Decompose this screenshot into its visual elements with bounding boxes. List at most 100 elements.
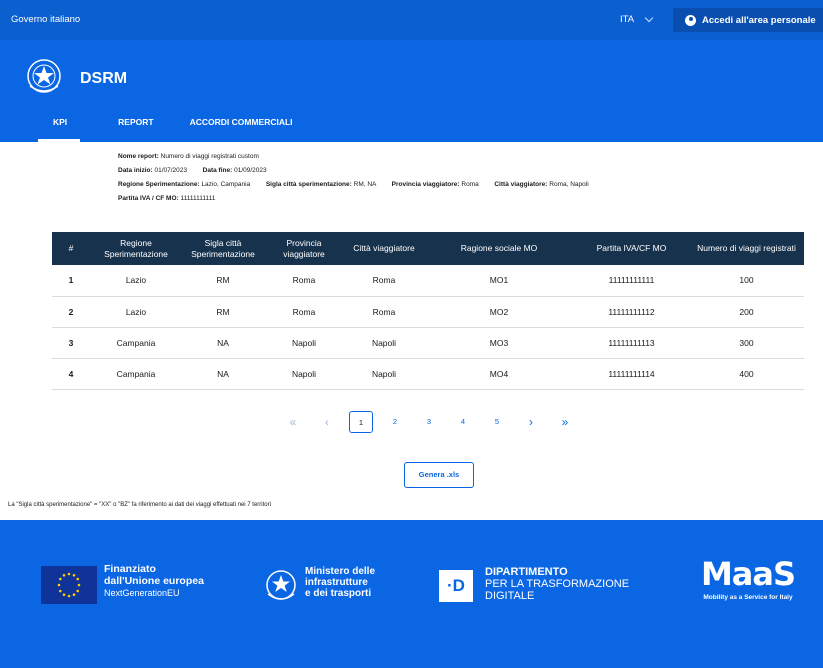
- first-page-button[interactable]: «: [276, 411, 310, 433]
- table-cell: 11111111111: [574, 265, 689, 297]
- column-header: Ragione sociale MO: [424, 232, 574, 265]
- start-date-label: Data inizio:: [118, 167, 153, 174]
- table-cell: 3: [52, 327, 90, 359]
- table-cell: 4: [52, 358, 90, 390]
- page-button-4[interactable]: 4: [446, 411, 480, 433]
- page-button-1[interactable]: 1: [349, 411, 373, 433]
- vat-value: 11111111111: [180, 195, 216, 202]
- vat-label: Partita IVA / CF MO:: [118, 195, 179, 202]
- column-header: Città viaggiatore: [344, 232, 424, 265]
- table-cell: MO4: [424, 358, 574, 390]
- maas-tagline: Mobility as a Service for Italy: [703, 594, 793, 601]
- table-cell: 400: [689, 358, 804, 390]
- column-header: Partita IVA/CF MO: [574, 232, 689, 265]
- column-header: Regione Sperimentazione: [90, 232, 182, 265]
- gov-link[interactable]: Governo italiano: [11, 14, 80, 25]
- table-cell: Roma: [264, 265, 344, 297]
- table-cell: RM: [182, 296, 264, 328]
- login-label: Accedi all'area personale: [702, 14, 816, 26]
- table-cell: 100: [689, 265, 804, 297]
- eu-line-3: NextGenerationEU: [104, 588, 180, 598]
- table-cell: 200: [689, 296, 804, 328]
- table-cell: Roma: [264, 296, 344, 328]
- table-row: 4 Campania NA Napoli Napoli MO4 11111111…: [52, 358, 804, 390]
- table-cell: 11111111112: [574, 296, 689, 328]
- next-page-button[interactable]: ›: [514, 411, 548, 433]
- dtd-logo: DIPARTIMENTO PER LA TRASFORMAZIONE DIGIT…: [485, 566, 629, 602]
- eu-line-1: Finanziato: [104, 563, 156, 575]
- site-header: DSRM KPI REPORT ACCORDI COMMERCIALI: [0, 40, 823, 142]
- mit-logo: Ministero delle infrastrutture e dei tra…: [305, 566, 375, 599]
- city-code-label: Sigla città sperimentazione:: [265, 181, 352, 188]
- mit-line-3: e dei trasporti: [305, 588, 372, 599]
- table-cell: MO1: [424, 265, 574, 297]
- language-selector[interactable]: ITA: [620, 13, 654, 25]
- region-value: Lazio, Campania: [201, 181, 251, 188]
- tab-kpi[interactable]: KPI: [0, 112, 100, 142]
- user-icon: [685, 14, 696, 26]
- page-button-5[interactable]: 5: [480, 411, 514, 433]
- table-cell: Napoli: [264, 358, 344, 390]
- end-date-label: Data fine:: [202, 167, 233, 174]
- table-cell: 300: [689, 327, 804, 359]
- column-header: Provincia viaggiatore: [264, 232, 344, 265]
- export-xls-button[interactable]: Genera .xls: [404, 462, 474, 488]
- city-code-value: RM, NA: [353, 181, 377, 188]
- table-cell: Lazio: [90, 296, 182, 328]
- report-table: # Regione Sperimentazione Sigla città Sp…: [52, 232, 804, 390]
- mit-line-2: infrastrutture: [305, 577, 368, 588]
- province-label: Provincia viaggiatore:: [391, 181, 460, 188]
- republic-emblem-icon: [27, 59, 61, 93]
- column-header: Numero di viaggi registrati: [689, 232, 804, 265]
- table-cell: Roma: [344, 296, 424, 328]
- chevron-down-icon: [644, 13, 654, 23]
- table-cell: 1: [52, 265, 90, 297]
- dtd-line-3: DIGITALE: [485, 590, 535, 602]
- top-bar: Governo italiano ITA Accedi all'area per…: [0, 0, 823, 40]
- pagination: « ‹ 1 2 3 4 5 › »: [276, 411, 582, 433]
- table-cell: 2: [52, 296, 90, 328]
- tab-report[interactable]: REPORT: [100, 112, 171, 142]
- table-cell: 11111111113: [574, 327, 689, 359]
- table-cell: MO3: [424, 327, 574, 359]
- republic-emblem-icon: [266, 570, 296, 600]
- table-row: 1 Lazio RM Roma Roma MO1 11111111111 100: [52, 265, 804, 297]
- main-nav: KPI REPORT ACCORDI COMMERCIALI: [0, 112, 311, 142]
- last-page-button[interactable]: »: [548, 411, 582, 433]
- start-date-value: 01/07/2023: [154, 167, 188, 174]
- tab-accordi-commerciali[interactable]: ACCORDI COMMERCIALI: [172, 112, 311, 142]
- dtd-line-2: PER LA TRASFORMAZIONE: [485, 578, 630, 590]
- end-date-value: 01/09/2023: [234, 167, 267, 174]
- column-header: #: [52, 232, 90, 265]
- maas-logo: MaaS Mobility as a Service for Italy: [688, 556, 808, 614]
- table-cell: Campania: [90, 358, 182, 390]
- table-cell: Campania: [90, 327, 182, 359]
- page-button-2[interactable]: 2: [378, 411, 412, 433]
- city-label: Città viaggiatore:: [494, 181, 548, 188]
- page-button-3[interactable]: 3: [412, 411, 446, 433]
- table-cell: RM: [182, 265, 264, 297]
- table-row: 3 Campania NA Napoli Napoli MO3 11111111…: [52, 327, 804, 359]
- dtd-line-1: DIPARTIMENTO: [485, 566, 568, 578]
- table-cell: Roma: [344, 265, 424, 297]
- language-label: ITA: [620, 14, 635, 25]
- eu-flag-icon: [41, 566, 97, 604]
- column-header: Sigla città Sperimentazione: [182, 232, 264, 265]
- table-cell: MO2: [424, 296, 574, 328]
- prev-page-button[interactable]: ‹: [310, 411, 344, 433]
- table-cell: NA: [182, 327, 264, 359]
- report-name-label: Nome report:: [118, 153, 159, 160]
- region-label: Regione Sperimentazione:: [118, 181, 200, 188]
- footnote: La "Sigla città sperimentazione" = "XX" …: [8, 502, 271, 508]
- table-row: 2 Lazio RM Roma Roma MO2 11111111112 200: [52, 296, 804, 328]
- report-name-value: Numero di viaggi registrati custom: [160, 153, 259, 160]
- maas-wordmark: MaaS: [700, 555, 796, 593]
- login-button[interactable]: Accedi all'area personale: [673, 8, 823, 32]
- table-cell: Napoli: [344, 358, 424, 390]
- table-cell: Napoli: [344, 327, 424, 359]
- app-title: DSRM: [80, 70, 128, 87]
- table-cell: Napoli: [264, 327, 344, 359]
- eu-funding-logo: Finanziato dall'Unione europea NextGener…: [104, 563, 204, 599]
- dtd-logo-mark: ·D: [439, 570, 473, 602]
- table-cell: NA: [182, 358, 264, 390]
